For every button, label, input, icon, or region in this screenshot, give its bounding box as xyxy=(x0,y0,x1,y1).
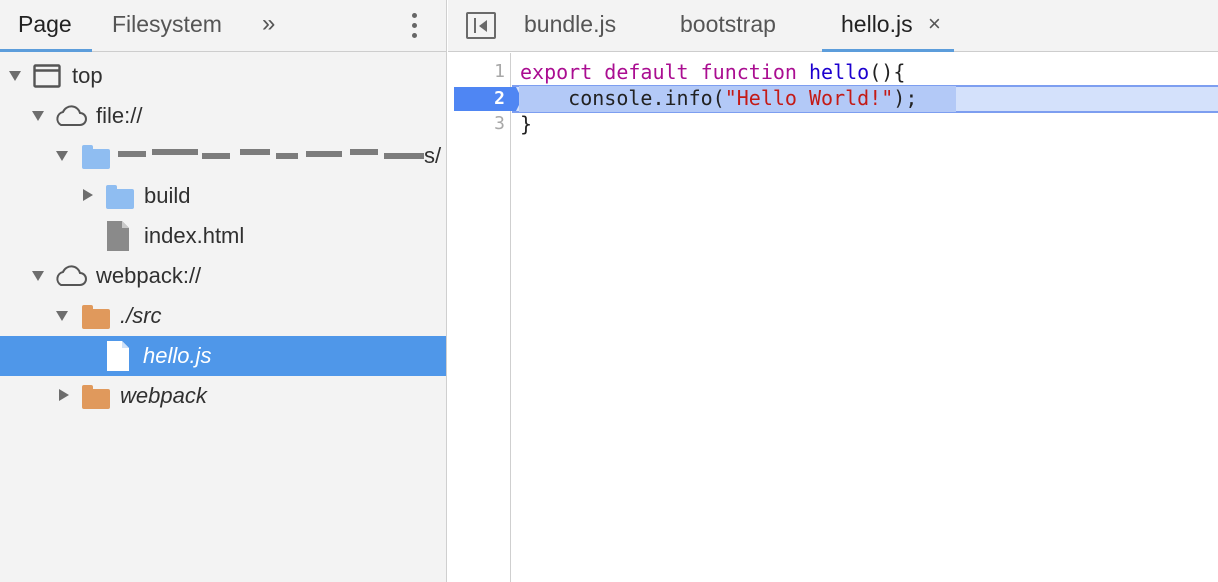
navigator-panel: Page Filesystem » top file:// s/ build i… xyxy=(0,0,447,582)
line-number[interactable]: 3 xyxy=(448,111,505,137)
cloud-icon xyxy=(56,105,87,126)
code-punct: (){ xyxy=(869,60,906,84)
expand-arrow-icon[interactable] xyxy=(56,311,68,321)
tree-label-folder-suffix: s/ xyxy=(424,143,442,168)
keyword-export: export xyxy=(520,60,593,84)
line-number[interactable]: 1 xyxy=(448,59,505,85)
tab-bundle-js[interactable]: bundle.js xyxy=(524,0,616,52)
keyword-function: function xyxy=(700,60,797,84)
tree-item-file-origin[interactable]: file:// xyxy=(0,96,446,136)
breakpoint-line-number[interactable]: 2 xyxy=(454,86,505,112)
tree-label-hello-js: hello.js xyxy=(143,343,212,368)
tree-label-webpack-origin: webpack:// xyxy=(96,263,202,288)
tab-page[interactable]: Page xyxy=(0,0,92,52)
tree-label-webpack-folder: webpack xyxy=(120,383,207,408)
tree-item-webpack-folder[interactable]: webpack xyxy=(0,376,446,416)
tree-item-top[interactable]: top xyxy=(0,56,446,96)
tree-item-webpack-origin[interactable]: webpack:// xyxy=(0,256,446,296)
tree-item-index-html[interactable]: index.html xyxy=(0,216,446,256)
expand-arrow-icon[interactable] xyxy=(32,111,44,121)
navigator-tabbar: Page Filesystem » xyxy=(0,0,446,52)
toggle-navigator-icon[interactable] xyxy=(466,12,496,39)
tree-label-top: top xyxy=(72,63,103,88)
frame-icon xyxy=(33,64,61,88)
tree-item-hello-js[interactable]: hello.js xyxy=(0,336,446,376)
code-line-2[interactable]: console.info("Hello World!"); xyxy=(520,85,917,111)
tree-label-file-origin: file:// xyxy=(96,103,143,128)
code-punct: ); xyxy=(893,86,918,110)
expand-arrow-icon[interactable] xyxy=(56,151,68,161)
string-literal: "Hello World!" xyxy=(724,86,894,110)
tree-item-local-folder[interactable]: s/ xyxy=(0,136,446,176)
tab-bootstrap[interactable]: bootstrap xyxy=(680,0,776,52)
more-tabs-button[interactable]: » xyxy=(262,0,276,52)
function-name: hello xyxy=(809,60,870,84)
tree-label-index-html: index.html xyxy=(144,223,245,248)
tree-item-build[interactable]: build xyxy=(0,176,446,216)
file-icon xyxy=(107,221,129,251)
tree-label-build: build xyxy=(144,183,191,208)
file-icon xyxy=(107,341,129,371)
close-icon[interactable]: × xyxy=(928,0,941,48)
tab-filesystem[interactable]: Filesystem xyxy=(112,0,222,52)
code-call: console.info( xyxy=(568,86,725,110)
keyword-default: default xyxy=(604,60,689,84)
expand-arrow-icon[interactable] xyxy=(9,71,21,81)
line-number-gutter[interactable]: 1 3 xyxy=(448,53,511,582)
expand-arrow-icon[interactable] xyxy=(32,271,44,281)
collapse-arrow-icon[interactable] xyxy=(83,189,93,201)
code-line-3[interactable]: } xyxy=(520,111,532,137)
editor-tabbar: bundle.js bootstrap hello.js × xyxy=(448,0,1218,52)
tree-label-src: ./src xyxy=(120,303,162,328)
code-line-1[interactable]: export default function hello(){ xyxy=(520,59,905,85)
collapse-arrow-icon[interactable] xyxy=(59,389,69,401)
tree-item-src[interactable]: ./src xyxy=(0,296,446,336)
editor-panel: bundle.js bootstrap hello.js × 1 3 2 exp… xyxy=(448,0,1218,582)
kebab-menu-icon[interactable] xyxy=(405,11,425,41)
cloud-icon xyxy=(56,265,87,286)
redacted-path xyxy=(118,136,424,176)
